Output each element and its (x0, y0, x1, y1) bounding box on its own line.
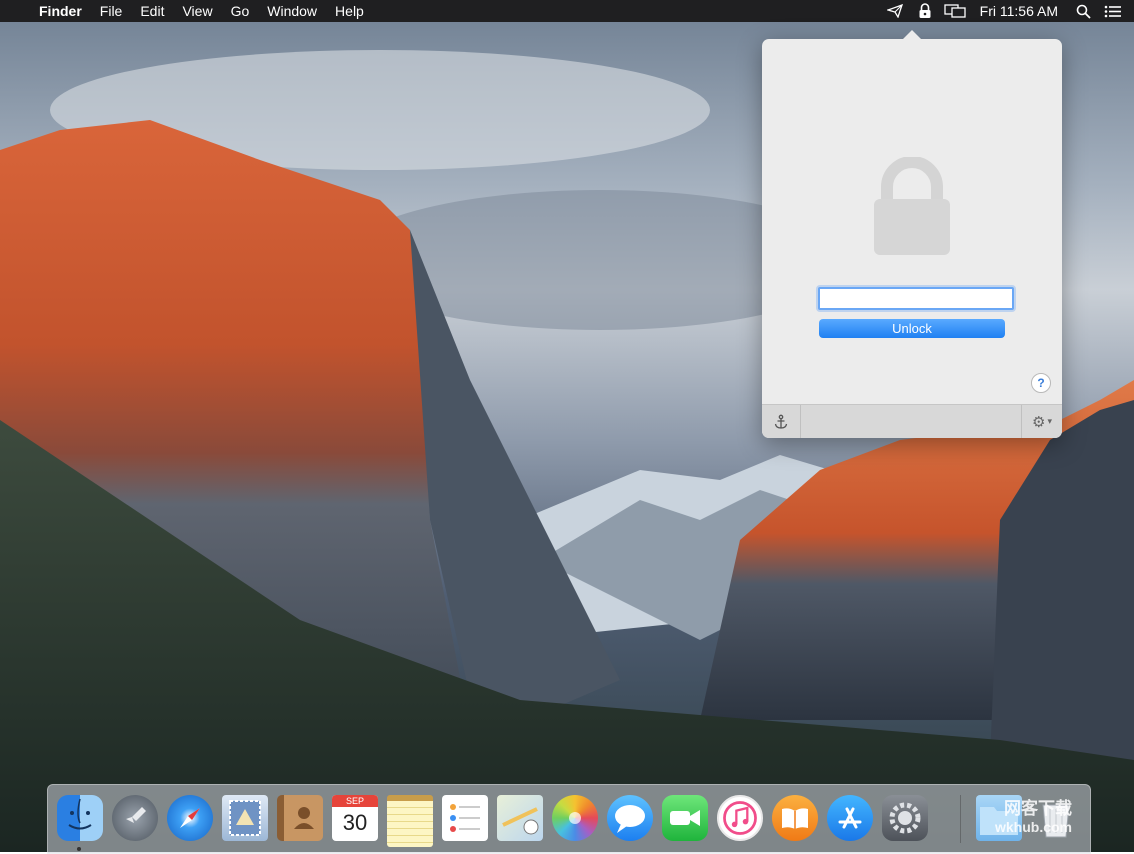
dock-finder[interactable] (57, 795, 103, 841)
app-store-icon (838, 807, 862, 829)
dock-messages[interactable] (607, 795, 653, 841)
help-button[interactable]: ? (1031, 373, 1051, 393)
search-icon[interactable] (1072, 0, 1094, 22)
calendar-day: 30 (342, 810, 368, 835)
menu-clock[interactable]: Fri 11:56 AM (970, 0, 1068, 22)
dock-contacts[interactable] (277, 795, 323, 841)
padlock-icon (874, 157, 950, 255)
music-note-icon (723, 801, 757, 835)
rocket-icon (126, 807, 146, 823)
dock-safari[interactable] (167, 795, 213, 841)
chevron-down-icon: ▾ (1047, 416, 1052, 426)
dock-maps[interactable] (497, 795, 543, 841)
list-icon[interactable] (1102, 0, 1124, 22)
contacts-icon (294, 807, 314, 829)
menu-finder[interactable]: Finder (30, 0, 91, 22)
menu-window[interactable]: Window (258, 0, 326, 22)
unlock-popover: Unlock ? ⚙ ▾ (762, 30, 1062, 438)
gear-icon (889, 802, 921, 834)
dock-launchpad[interactable] (112, 795, 158, 841)
menu-edit[interactable]: Edit (131, 0, 173, 22)
popover-footer: ⚙ ▾ (762, 404, 1062, 438)
dock-reminders[interactable] (442, 795, 488, 841)
menu-bar: Finder File Edit View Go Window Help Fri… (0, 0, 1134, 22)
speech-bubble-icon (615, 805, 645, 833)
dock-photos[interactable] (552, 795, 598, 841)
gear-menu-button[interactable]: ⚙ ▾ (1021, 405, 1062, 438)
watermark-line2: wkhub.com (995, 819, 1073, 835)
dock: SEP 30 (47, 784, 1091, 854)
dock-calendar[interactable]: SEP 30 (332, 795, 378, 841)
popover-arrow (902, 30, 922, 40)
lock-icon[interactable] (914, 0, 936, 22)
reminders-icon (450, 804, 480, 832)
dock-app-store[interactable] (827, 795, 873, 841)
paper-plane-icon[interactable] (884, 0, 906, 22)
dock-facetime[interactable] (662, 795, 708, 841)
gear-icon: ⚙ (1032, 413, 1046, 431)
dock-itunes[interactable] (717, 795, 763, 841)
password-field[interactable] (818, 287, 1014, 310)
dock-mail[interactable] (222, 795, 268, 841)
menu-view[interactable]: View (173, 0, 221, 22)
finder-icon (68, 798, 92, 830)
calendar-month: SEP (332, 795, 378, 807)
map-icon (502, 807, 539, 835)
stamp-icon (229, 800, 261, 836)
watermark: 网客下载 wkhub.com (995, 800, 1072, 836)
dock-system-preferences[interactable] (882, 795, 928, 841)
running-indicator (77, 847, 81, 851)
dock-notes[interactable] (387, 795, 433, 847)
compass-icon (180, 808, 200, 828)
menu-help[interactable]: Help (326, 0, 373, 22)
photos-icon (569, 812, 581, 824)
menu-go[interactable]: Go (222, 0, 259, 22)
video-camera-icon (670, 810, 700, 826)
dock-ibooks[interactable] (772, 795, 818, 841)
book-icon (782, 808, 808, 829)
watermark-line1: 网客下载 (1004, 799, 1073, 818)
display-mirror-icon[interactable] (944, 0, 966, 22)
anchor-icon[interactable] (762, 405, 801, 438)
dock-separator (960, 795, 961, 843)
menu-file[interactable]: File (91, 0, 132, 22)
unlock-button[interactable]: Unlock (819, 319, 1005, 338)
